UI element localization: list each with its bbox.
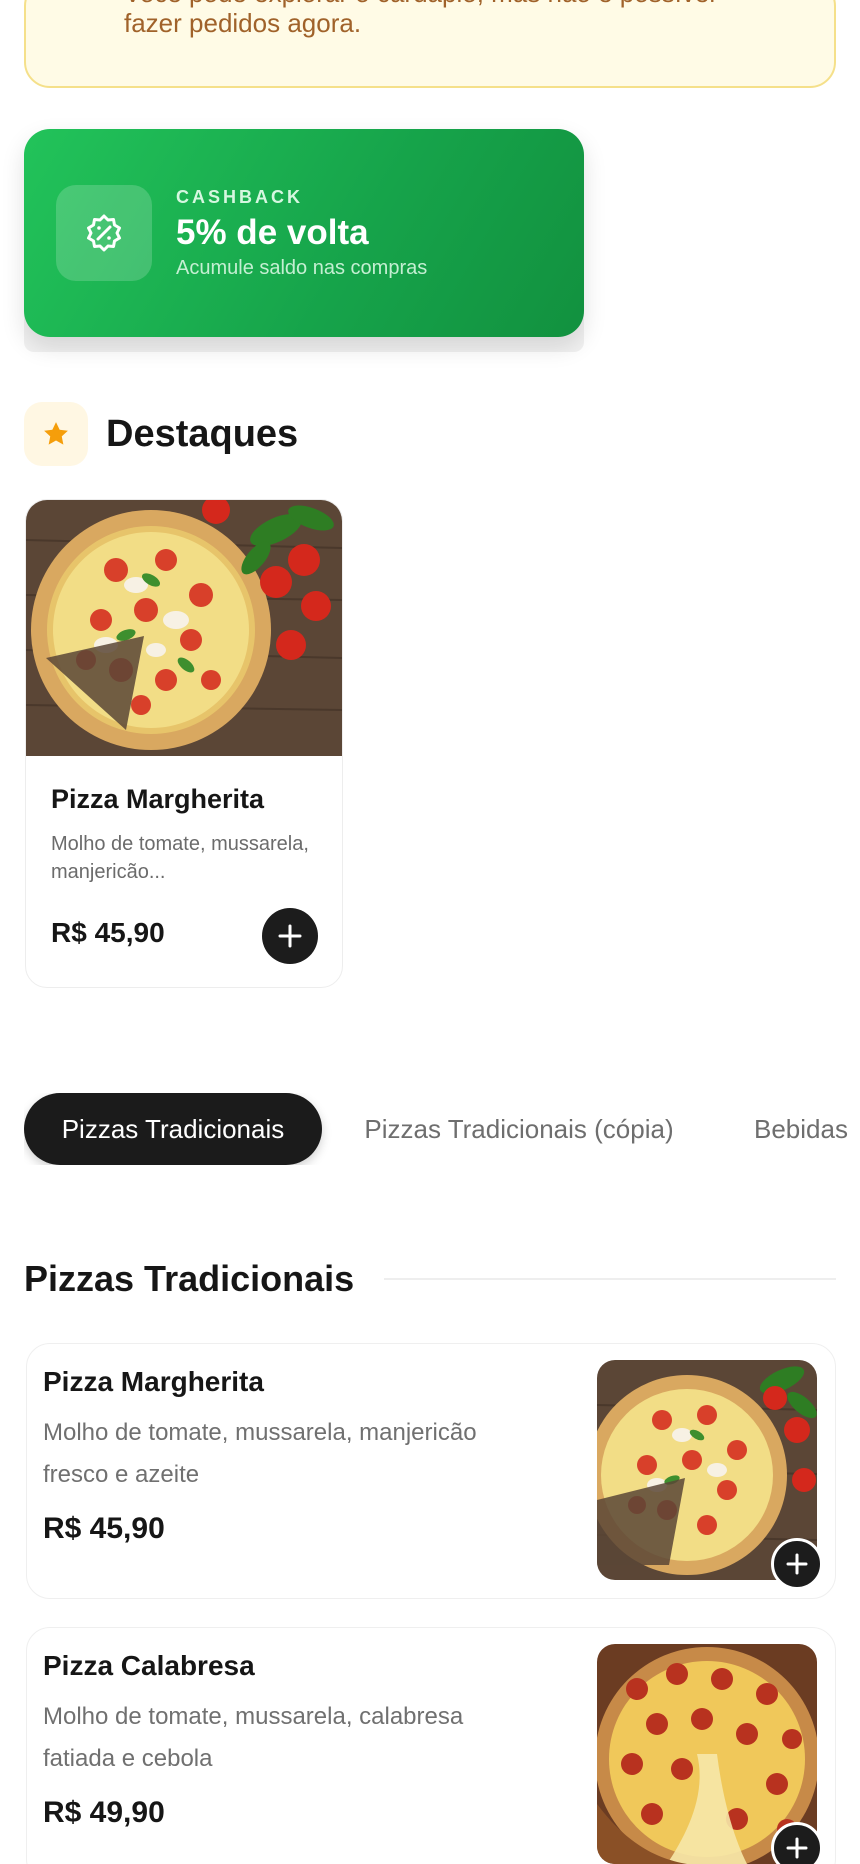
pizza-margherita-photo (26, 500, 342, 756)
add-to-cart-button[interactable] (262, 908, 318, 964)
tab-pizzas-tradicionais-copia[interactable]: Pizzas Tradicionais (cópia) (346, 1093, 692, 1165)
plus-icon (278, 924, 302, 948)
star-icon (24, 402, 88, 466)
category-tabs: Pizzas Tradicionais Pizzas Tradicionais … (24, 1093, 860, 1165)
highlights-title: Destaques (106, 412, 299, 455)
plus-icon (786, 1553, 808, 1575)
category-title: Pizzas Tradicionais (24, 1258, 355, 1299)
highlights-header: Destaques (24, 402, 298, 466)
product-description: Molho de tomate, mussarela, manjericão f… (43, 1419, 477, 1488)
featured-product-name: Pizza Margherita (51, 784, 265, 814)
product-name: Pizza Margherita (43, 1366, 264, 1397)
product-price: R$ 45,90 (43, 1512, 165, 1545)
category-header: Pizzas Tradicionais (24, 1258, 836, 1300)
product-name: Pizza Calabresa (43, 1650, 255, 1681)
cashback-subtitle: Acumule saldo nas compras (176, 257, 428, 279)
cashback-eyebrow: CASHBACK (176, 187, 303, 207)
featured-product-card[interactable]: Pizza Margherita Molho de tomate, mussar… (25, 499, 343, 988)
featured-product-description: Molho de tomate, mussarela, manjericão..… (51, 833, 309, 883)
store-closed-notice: Você pode explorar o cardápio, mas não é… (24, 0, 836, 88)
cashback-title: 5% de volta (176, 213, 369, 252)
product-price: R$ 49,90 (43, 1796, 165, 1829)
tab-bebidas[interactable]: Bebidas (754, 1093, 860, 1165)
percent-badge-icon (56, 185, 152, 281)
product-description: Molho de tomate, mussarela, calabresa fa… (43, 1703, 464, 1772)
add-margherita-button[interactable] (771, 1538, 823, 1590)
product-card[interactable]: Pizza Margherita Molho de tomate, mussar… (26, 1343, 836, 1599)
cashback-card[interactable]: CASHBACK 5% de volta Acumule saldo nas c… (24, 129, 584, 337)
featured-product-price: R$ 45,90 (51, 917, 165, 948)
product-card[interactable]: Pizza Calabresa Molho de tomate, mussare… (26, 1627, 836, 1864)
category-divider (384, 1278, 836, 1280)
plus-icon (786, 1837, 808, 1859)
notice-text-line-2: fazer pedidos agora. (124, 8, 362, 38)
tab-pizzas-tradicionais[interactable]: Pizzas Tradicionais (24, 1093, 322, 1165)
